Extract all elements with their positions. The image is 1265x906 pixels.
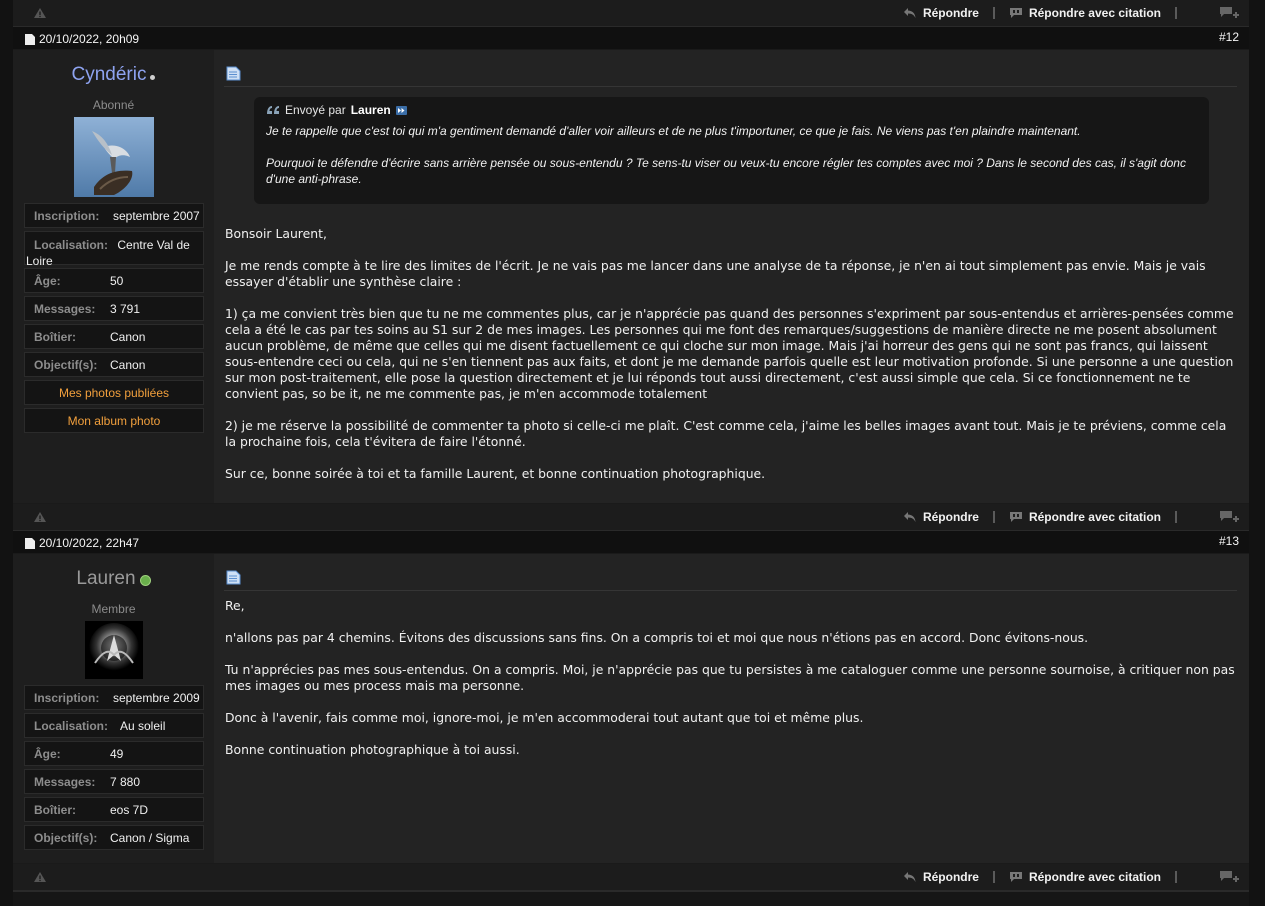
post-icon xyxy=(25,537,35,549)
post-actions-bar: Répondre Répondre avec citation xyxy=(13,504,1249,531)
post-header: 20/10/2022, 20h09 #12 xyxy=(13,27,1249,49)
info-row-boitier: Boîtier: Canon xyxy=(24,324,204,349)
quote-bubble-icon xyxy=(1009,8,1022,18)
multi-quote-button[interactable] xyxy=(1219,870,1239,884)
info-row-boitier: Boîtier: eos 7D xyxy=(24,797,204,822)
reply-label: Répondre xyxy=(922,870,979,884)
username-link[interactable]: Lauren xyxy=(76,568,135,590)
post-number-link[interactable]: #13 xyxy=(1219,534,1239,548)
separator xyxy=(992,511,995,523)
report-icon[interactable] xyxy=(33,870,47,888)
avatar[interactable] xyxy=(84,621,143,679)
user-info-list: Inscription: septembre 2007 Localisation… xyxy=(24,203,204,433)
quote-bubble-icon xyxy=(1009,512,1022,522)
reply-quote-label: Répondre avec citation xyxy=(1028,6,1161,20)
divider xyxy=(224,590,1237,591)
reply-button[interactable]: Répondre xyxy=(903,870,979,884)
info-row-localisation: Localisation: Au soleil xyxy=(24,713,204,738)
report-icon[interactable] xyxy=(33,6,47,24)
user-panel: Cyndéric Abonné Inscription: septembre 2… xyxy=(13,50,214,503)
post-actions-bar: Répondre Répondre avec citation xyxy=(13,864,1249,891)
user-title: Membre xyxy=(91,602,136,616)
quote-block: Envoyé par Lauren Je te rappelle que c'e… xyxy=(254,97,1209,204)
user-panel: Lauren Membre Inscription: septembre 200… xyxy=(13,554,214,863)
post-number-link[interactable]: #12 xyxy=(1219,30,1239,44)
divider xyxy=(224,86,1237,87)
reply-label: Répondre xyxy=(922,510,979,524)
separator xyxy=(1175,511,1177,523)
post-date-text: 20/10/2022, 22h47 xyxy=(39,536,140,550)
quote-marks-icon xyxy=(267,106,279,114)
post-content: Re, n'allons pas par 4 chemins. Évitons … xyxy=(214,554,1249,863)
quote-text: Je te rappelle que c'est toi qui m'a gen… xyxy=(266,124,1186,186)
info-row-messages: Messages: 3 791 xyxy=(24,296,204,321)
my-photos-link[interactable]: Mes photos publiées xyxy=(24,380,204,405)
info-row-inscription: Inscription: septembre 2007 xyxy=(24,203,204,228)
reply-quote-button[interactable]: Répondre avec citation xyxy=(1009,870,1161,884)
info-row-messages: Messages: 7 880 xyxy=(24,769,204,794)
reply-arrow-icon xyxy=(903,8,916,18)
quote-header: Envoyé par Lauren xyxy=(266,103,1197,117)
reply-label: Répondre xyxy=(922,6,979,20)
multi-quote-icon xyxy=(1220,871,1239,882)
report-icon[interactable] xyxy=(33,510,47,528)
avatar[interactable] xyxy=(73,117,154,197)
reply-button[interactable]: Répondre xyxy=(903,6,979,20)
multi-quote-button[interactable] xyxy=(1219,510,1239,524)
online-status-icon xyxy=(139,575,151,586)
post-icon xyxy=(25,33,35,45)
username: Lauren xyxy=(13,568,214,590)
reply-quote-button[interactable]: Répondre avec citation xyxy=(1009,510,1161,524)
username-link[interactable]: Cyndéric xyxy=(72,64,147,86)
info-row-localisation: Localisation: Centre Val de Loire xyxy=(24,231,204,268)
post-date: 20/10/2022, 20h09 xyxy=(25,32,139,46)
document-icon xyxy=(226,570,241,590)
post-message: Bonsoir Laurent, Je me rends compte à te… xyxy=(225,226,1234,481)
separator xyxy=(992,7,995,19)
info-row-age: Âge: 50 xyxy=(24,268,204,293)
reply-quote-button[interactable]: Répondre avec citation xyxy=(1009,6,1161,20)
reply-quote-label: Répondre avec citation xyxy=(1028,510,1161,524)
multi-quote-button[interactable] xyxy=(1219,6,1239,20)
offline-status-icon xyxy=(150,74,156,80)
info-row-objectifs: Objectif(s): Canon / Sigma xyxy=(24,825,204,850)
multi-quote-icon xyxy=(1220,7,1239,18)
post-date-text: 20/10/2022, 20h09 xyxy=(39,32,140,46)
quote-author: Lauren xyxy=(350,103,391,117)
info-row-inscription: Inscription: septembre 2009 xyxy=(24,685,204,710)
user-title: Abonné xyxy=(92,98,135,112)
multi-quote-icon xyxy=(1220,511,1239,522)
reply-arrow-icon xyxy=(903,872,916,882)
document-icon xyxy=(226,66,241,86)
post-header: 20/10/2022, 22h47 #13 xyxy=(13,531,1249,553)
reply-quote-label: Répondre avec citation xyxy=(1028,870,1161,884)
separator xyxy=(1175,7,1177,19)
footer-strip xyxy=(13,891,1249,906)
info-row-age: Âge: 49 xyxy=(24,741,204,766)
post-date: 20/10/2022, 22h47 xyxy=(25,536,139,550)
reply-arrow-icon xyxy=(903,512,916,522)
separator xyxy=(1175,871,1177,883)
reply-button[interactable]: Répondre xyxy=(903,510,979,524)
user-info-list: Inscription: septembre 2009 Localisation… xyxy=(24,685,204,850)
post-message: Re, n'allons pas par 4 chemins. Évitons … xyxy=(225,598,1235,757)
my-album-link[interactable]: Mon album photo xyxy=(24,408,204,433)
username: Cyndéric xyxy=(13,64,214,86)
view-post-icon[interactable] xyxy=(395,105,407,115)
info-row-objectifs: Objectif(s): Canon xyxy=(24,352,204,377)
post-actions-bar: Répondre Répondre avec citation xyxy=(13,0,1249,27)
post-content: Envoyé par Lauren Je te rappelle que c'e… xyxy=(214,50,1249,503)
separator xyxy=(992,871,995,883)
quote-bubble-icon xyxy=(1009,872,1022,882)
